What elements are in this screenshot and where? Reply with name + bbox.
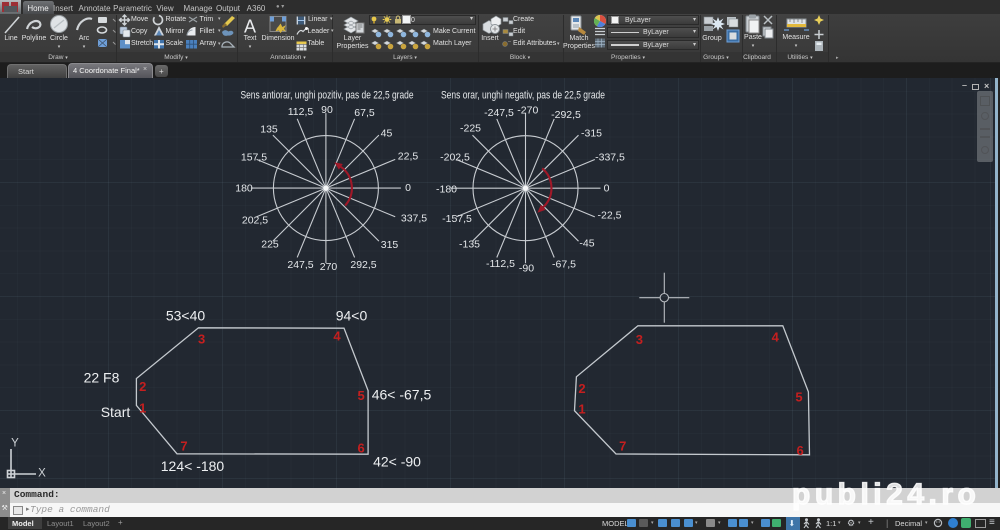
svg-text:-270: -270 — [517, 105, 538, 117]
svg-text:3: 3 — [198, 331, 205, 346]
svg-text:-22,5: -22,5 — [598, 210, 622, 222]
svg-text:-292,5: -292,5 — [551, 109, 581, 121]
svg-text:-225: -225 — [460, 123, 481, 135]
svg-text:4: 4 — [333, 329, 341, 344]
svg-text:-180: -180 — [436, 184, 457, 196]
svg-text:0: 0 — [405, 182, 411, 194]
svg-text:7: 7 — [180, 439, 187, 454]
svg-text:6: 6 — [357, 441, 364, 456]
svg-text:22,5: 22,5 — [398, 151, 419, 163]
svg-text:-337,5: -337,5 — [595, 152, 625, 164]
svg-text:94<0: 94<0 — [336, 308, 368, 324]
svg-text:42< -90: 42< -90 — [373, 454, 421, 470]
svg-text:1: 1 — [578, 401, 585, 416]
svg-text:Y: Y — [11, 438, 19, 450]
svg-text:X: X — [38, 468, 46, 480]
svg-text:90: 90 — [321, 104, 333, 116]
svg-text:Sens orar, unghi negativ, pas: Sens orar, unghi negativ, pas de 22,5 gr… — [441, 90, 605, 102]
svg-text:124< -180: 124< -180 — [161, 458, 225, 474]
svg-text:-315: -315 — [581, 128, 602, 140]
svg-text:53<40: 53<40 — [166, 308, 206, 324]
svg-text:225: 225 — [261, 239, 279, 251]
svg-text:Start: Start — [101, 404, 131, 420]
svg-text:5: 5 — [795, 390, 802, 405]
svg-text:-202,5: -202,5 — [440, 152, 470, 164]
svg-text:4: 4 — [772, 330, 780, 345]
svg-text:157,5: 157,5 — [241, 152, 267, 164]
svg-text:7: 7 — [619, 438, 626, 453]
svg-text:46< -67,5: 46< -67,5 — [372, 387, 432, 403]
svg-text:337,5: 337,5 — [401, 213, 427, 225]
svg-text:-45: -45 — [579, 238, 594, 250]
svg-text:315: 315 — [381, 239, 399, 251]
svg-text:112,5: 112,5 — [288, 106, 314, 118]
svg-text:5: 5 — [357, 388, 364, 403]
svg-text:-135: -135 — [459, 239, 480, 251]
svg-text:292,5: 292,5 — [350, 259, 376, 271]
svg-text:0: 0 — [604, 183, 610, 195]
svg-text:2: 2 — [578, 381, 585, 396]
svg-text:-247,5: -247,5 — [484, 107, 514, 119]
svg-text:-112,5: -112,5 — [486, 258, 515, 270]
svg-text:-67,5: -67,5 — [552, 259, 576, 271]
svg-text:6: 6 — [796, 443, 803, 458]
svg-text:-90: -90 — [519, 263, 534, 275]
svg-text:2: 2 — [139, 379, 146, 394]
svg-text:3: 3 — [636, 332, 643, 347]
svg-text:22 F8: 22 F8 — [84, 370, 120, 386]
svg-text:1: 1 — [139, 401, 146, 416]
svg-text:Sens antiorar, unghi pozitiv,: Sens antiorar, unghi pozitiv, pas de 22,… — [241, 90, 414, 102]
svg-text:247,5: 247,5 — [287, 259, 313, 271]
svg-text:45: 45 — [381, 128, 393, 140]
svg-text:180: 180 — [235, 183, 253, 195]
svg-text:135: 135 — [260, 124, 278, 136]
svg-text:67,5: 67,5 — [354, 107, 375, 119]
svg-text:270: 270 — [320, 261, 338, 273]
svg-text:202,5: 202,5 — [242, 215, 268, 227]
svg-text:-157,5: -157,5 — [442, 213, 472, 225]
